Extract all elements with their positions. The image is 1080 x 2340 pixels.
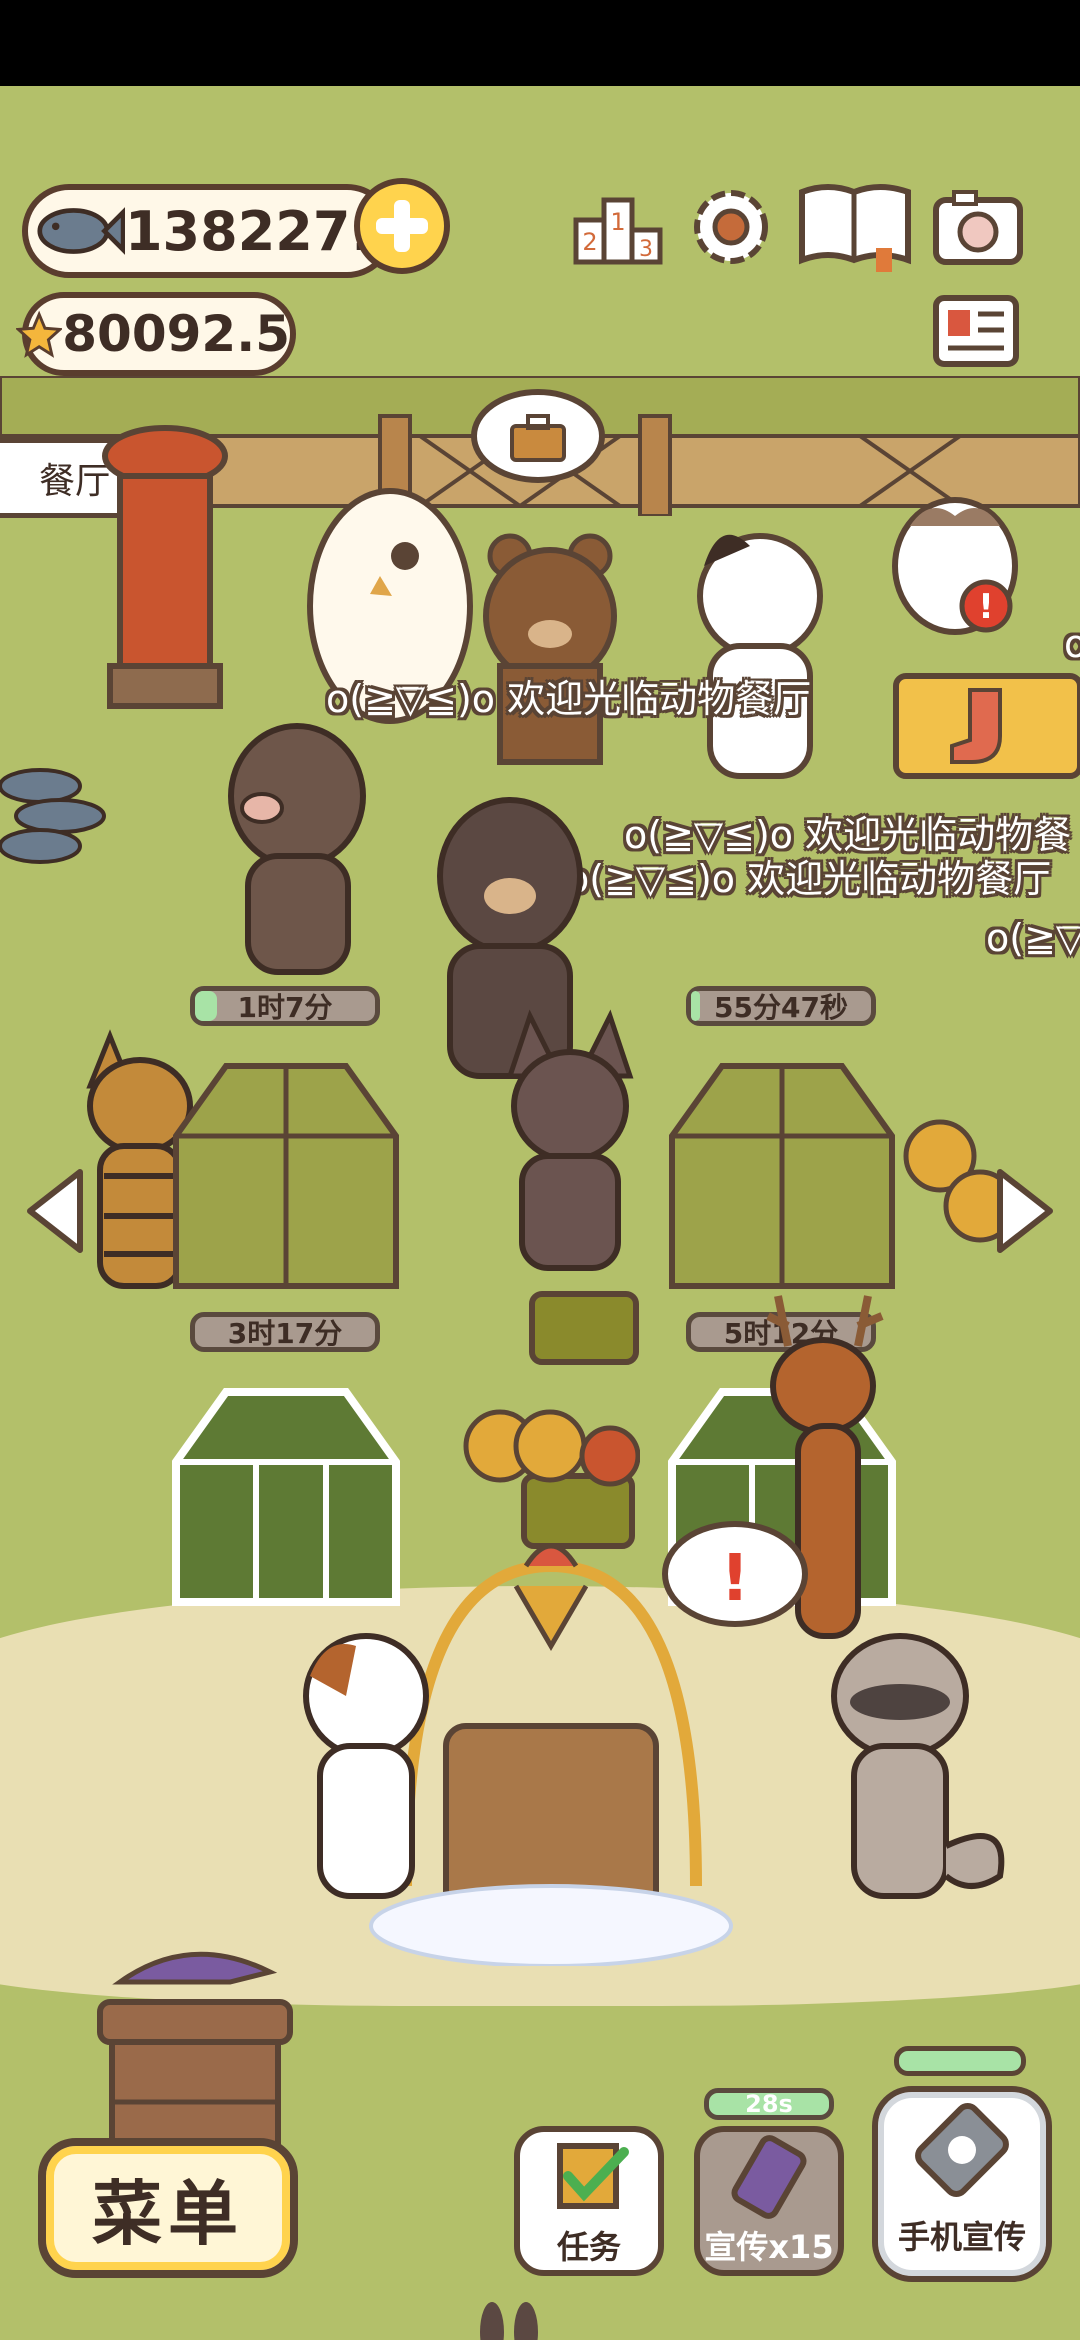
greenhouse-timer: 55分47秒 <box>686 986 876 1026</box>
promo-button[interactable]: 宣传x15 <box>694 2126 844 2276</box>
greenhouse-timer: 1时7分 <box>190 986 380 1026</box>
fish-currency: 1382271 <box>22 184 394 278</box>
wolf-customer[interactable] <box>500 1006 640 1276</box>
greenhouse-timer: 3时17分 <box>190 1312 380 1352</box>
camera-button[interactable] <box>930 186 1026 268</box>
add-fish-button[interactable] <box>354 178 450 274</box>
svg-text:!: ! <box>978 587 994 627</box>
task-button-label: 任务 <box>556 2228 621 2266</box>
svg-text:3: 3 <box>639 237 653 262</box>
bear-customer[interactable] <box>480 526 620 766</box>
game-scene[interactable]: 1382271 80092.5 2 1 3 餐厅 ! o(≧▽≦)o 欢迎光临动… <box>0 86 1080 2340</box>
scroll-right-button[interactable] <box>990 1166 1060 1256</box>
stocking-counter[interactable] <box>890 666 1080 786</box>
svg-text:2: 2 <box>582 228 597 256</box>
phone-promo-progress <box>894 2046 1026 2076</box>
greenhouse[interactable] <box>662 1056 902 1296</box>
phone-icon <box>731 2135 807 2219</box>
timer-fill <box>691 991 700 1021</box>
phone-promo-button[interactable]: 手机宣传 <box>872 2086 1052 2282</box>
greenhouse[interactable] <box>166 1056 406 1296</box>
guidebook-icon <box>799 184 911 272</box>
plus-icon <box>376 200 428 252</box>
rabbit-ears <box>480 2302 538 2340</box>
star-currency: 80092.5 <box>16 292 296 376</box>
settings-icon <box>694 190 768 264</box>
timer-fill <box>195 991 217 1021</box>
guidebook-button[interactable] <box>796 178 914 274</box>
arrow-right-icon <box>997 1169 1053 1253</box>
mailbox[interactable] <box>90 416 240 726</box>
star-icon <box>16 310 63 358</box>
cat-chef[interactable]: ! <box>890 486 1020 646</box>
ranking-button[interactable]: 2 1 3 <box>572 186 664 268</box>
newspaper-icon <box>933 295 1019 367</box>
welcome-message: o <box>1064 622 1080 666</box>
promo-cooldown: 28s <box>704 2088 834 2120</box>
phone-promo-button-label: 手机宣传 <box>897 2218 1026 2256</box>
fish-count: 1382271 <box>124 199 388 263</box>
svg-text:1: 1 <box>610 208 625 236</box>
status-bar <box>0 0 1080 86</box>
menu-button[interactable]: 菜单 <box>38 2138 298 2278</box>
menu-button-label: 菜单 <box>92 2172 244 2255</box>
fish-icon <box>37 207 125 255</box>
welcome-message: o(≧▽≦)o 欢迎光临动物餐厅 <box>326 677 812 721</box>
garden-plot[interactable] <box>528 1290 640 1366</box>
collie-customer[interactable] <box>690 516 830 786</box>
newspaper-button[interactable] <box>930 292 1022 372</box>
boar-customer[interactable] <box>222 716 372 976</box>
star-count: 80092.5 <box>62 305 290 363</box>
calico-dog-customer[interactable] <box>296 1606 436 1906</box>
promo-button-label: 宣传x15 <box>704 2228 834 2266</box>
ranking-icon: 2 1 3 <box>573 197 663 265</box>
phone-icon <box>915 2103 1009 2197</box>
checklist-icon <box>557 2143 629 2209</box>
arrow-left-icon <box>27 1169 83 1253</box>
welcome-message: o(≧▽≦)o 欢迎光临动物餐厅 <box>566 857 1052 901</box>
task-button[interactable]: 任务 <box>514 2126 664 2276</box>
fish-pile <box>0 768 106 864</box>
welcome-message: o(≧▽ <box>986 916 1080 960</box>
camera-icon <box>933 190 1023 265</box>
scroll-left-button[interactable] <box>20 1166 90 1256</box>
request-bubble-suitcase[interactable] <box>468 386 608 496</box>
raccoon-customer[interactable] <box>820 1616 1020 1916</box>
settings-button[interactable] <box>686 182 776 272</box>
